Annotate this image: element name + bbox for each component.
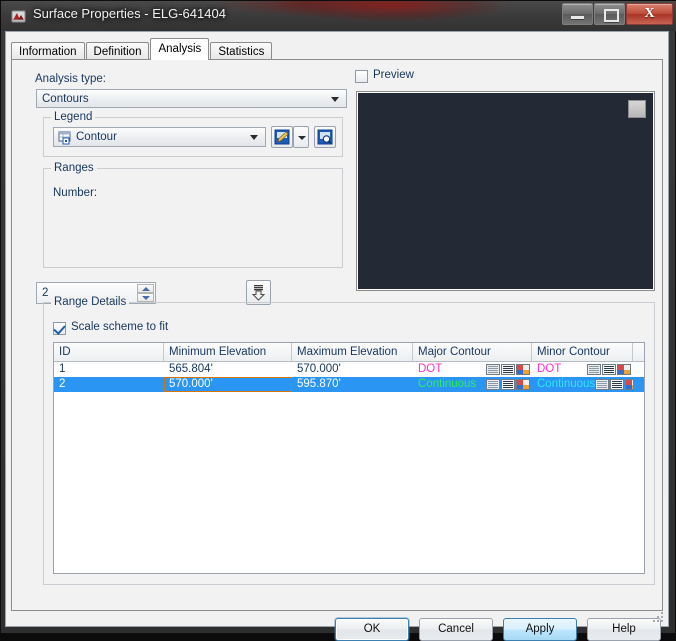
major-contour-value: Continuous — [418, 378, 477, 390]
range-details-group-title: Range Details — [51, 296, 130, 308]
legend-table-icon — [58, 131, 71, 145]
column-header-max-elevation[interactable]: Maximum Elevation — [292, 343, 413, 361]
cancel-button[interactable]: Cancel — [419, 618, 493, 641]
ranges-group-title: Ranges — [51, 162, 97, 174]
tab-definition[interactable]: Definition — [85, 42, 150, 60]
contour-style-icons[interactable] — [595, 379, 633, 390]
linetype-light-icon[interactable] — [587, 364, 601, 375]
cell-major-contour[interactable]: DOT — [413, 362, 532, 377]
apply-button[interactable]: Apply — [503, 618, 577, 641]
cell-filler — [633, 377, 644, 392]
surface-properties-window: Surface Properties - ELG-641404 X Inform… — [0, 0, 676, 641]
cell-max-elevation[interactable]: 570.000' — [292, 362, 413, 377]
spinner-up-icon — [141, 286, 150, 291]
minor-contour-value: DOT — [537, 363, 562, 375]
edit-pencil-icon — [274, 129, 290, 145]
ranges-group: Ranges — [43, 162, 343, 268]
zoom-preview-icon — [317, 129, 333, 145]
analysis-tab-page: Analysis type: Contours Legend Contour R… — [11, 59, 663, 611]
legend-edit-dropdown-button[interactable] — [293, 126, 309, 148]
cell-minor-contour[interactable]: Continuous — [532, 377, 633, 392]
chevron-down-icon — [298, 136, 306, 140]
preview-corner-square[interactable] — [628, 100, 646, 118]
ranges-number-value: 2 — [42, 287, 49, 299]
color-swatch-icon[interactable] — [516, 379, 530, 390]
color-swatch-icon[interactable] — [625, 379, 633, 390]
column-header-id[interactable]: ID — [54, 343, 164, 361]
minor-contour-value: Continuous — [537, 378, 596, 390]
linetype-light-icon[interactable] — [595, 379, 610, 390]
linetype-dark-icon[interactable] — [602, 364, 616, 375]
stepper-up-button[interactable] — [137, 284, 154, 293]
checkbox-box — [53, 322, 66, 335]
apply-down-arrow-icon — [251, 285, 266, 301]
client-area: Information Definition Analysis Statisti… — [5, 31, 669, 641]
maximize-icon — [604, 9, 619, 22]
cell-minor-contour[interactable]: DOT — [532, 362, 633, 377]
color-swatch-icon[interactable] — [617, 364, 631, 375]
tab-statistics[interactable]: Statistics — [210, 42, 273, 60]
close-icon: X — [644, 6, 655, 21]
check-tick-icon — [53, 322, 66, 335]
window-controls: X — [561, 3, 673, 25]
contour-style-icons[interactable] — [486, 364, 532, 375]
resize-grip[interactable] — [653, 612, 665, 624]
help-button[interactable]: Help — [587, 618, 661, 641]
tab-analysis[interactable]: Analysis — [150, 38, 210, 60]
color-swatch-icon[interactable] — [516, 364, 530, 375]
minimize-button[interactable] — [562, 3, 593, 25]
tab-information[interactable]: Information — [11, 42, 85, 60]
cell-id[interactable]: 1 — [54, 362, 164, 377]
window-title: Surface Properties - ELG-641404 — [33, 6, 226, 21]
cell-min-elevation[interactable]: 570.000' — [164, 377, 292, 392]
preview-checkbox-label: Preview — [373, 69, 414, 81]
analysis-type-label: Analysis type: — [35, 73, 106, 85]
close-button[interactable]: X — [626, 3, 673, 25]
tab-strip: Information Definition Analysis Statisti… — [11, 38, 273, 60]
column-header-min-elevation[interactable]: Minimum Elevation — [164, 343, 292, 361]
legend-value: Contour — [76, 131, 117, 143]
contour-style-icons[interactable] — [587, 364, 633, 375]
legend-zoom-button[interactable] — [314, 126, 336, 148]
stepper-down-button[interactable] — [137, 293, 154, 302]
legend-edit-button[interactable] — [271, 126, 293, 148]
range-details-table[interactable]: ID Minimum Elevation Maximum Elevation M… — [53, 342, 645, 574]
linetype-dark-icon[interactable] — [610, 379, 625, 390]
checkbox-box — [355, 70, 368, 83]
linetype-light-icon[interactable] — [486, 379, 500, 390]
chevron-down-icon — [250, 135, 258, 140]
analysis-type-value: Contours — [42, 92, 89, 105]
major-contour-value: DOT — [418, 363, 443, 375]
table-row[interactable]: 1 565.804' 570.000' DOT DOT — [54, 362, 644, 377]
ok-button[interactable]: OK — [335, 618, 409, 641]
preview-canvas[interactable] — [356, 91, 655, 291]
column-header-minor-contour[interactable]: Minor Contour — [532, 343, 633, 361]
linetype-dark-icon[interactable] — [501, 364, 515, 375]
column-header-major-contour[interactable]: Major Contour — [413, 343, 532, 361]
scale-scheme-label: Scale scheme to fit — [71, 321, 169, 333]
application-icon — [11, 10, 26, 23]
minimize-icon — [571, 16, 584, 19]
legend-dropdown[interactable]: Contour — [53, 127, 266, 147]
maximize-button[interactable] — [594, 3, 625, 25]
spinner-down-icon — [141, 295, 150, 300]
linetype-dark-icon[interactable] — [501, 379, 515, 390]
titlebar[interactable]: Surface Properties - ELG-641404 X — [1, 1, 676, 31]
chevron-down-icon — [331, 96, 339, 102]
stepper-buttons — [137, 284, 154, 302]
legend-group-title: Legend — [51, 111, 96, 123]
ranges-number-label: Number: — [53, 187, 98, 199]
contour-style-icons[interactable] — [486, 379, 532, 390]
table-row[interactable]: 2 570.000' 595.870' Continuous Continuou… — [54, 377, 644, 392]
cell-id[interactable]: 2 — [54, 377, 164, 392]
linetype-light-icon[interactable] — [486, 364, 500, 375]
analysis-type-dropdown[interactable]: Contours — [36, 89, 347, 108]
cell-min-elevation[interactable]: 565.804' — [164, 362, 292, 377]
cell-max-elevation[interactable]: 595.870' — [292, 377, 413, 392]
table-header-row: ID Minimum Elevation Maximum Elevation M… — [54, 343, 644, 362]
cell-major-contour[interactable]: Continuous — [413, 377, 532, 392]
cell-filler — [633, 362, 644, 377]
column-header-filler — [633, 343, 644, 361]
